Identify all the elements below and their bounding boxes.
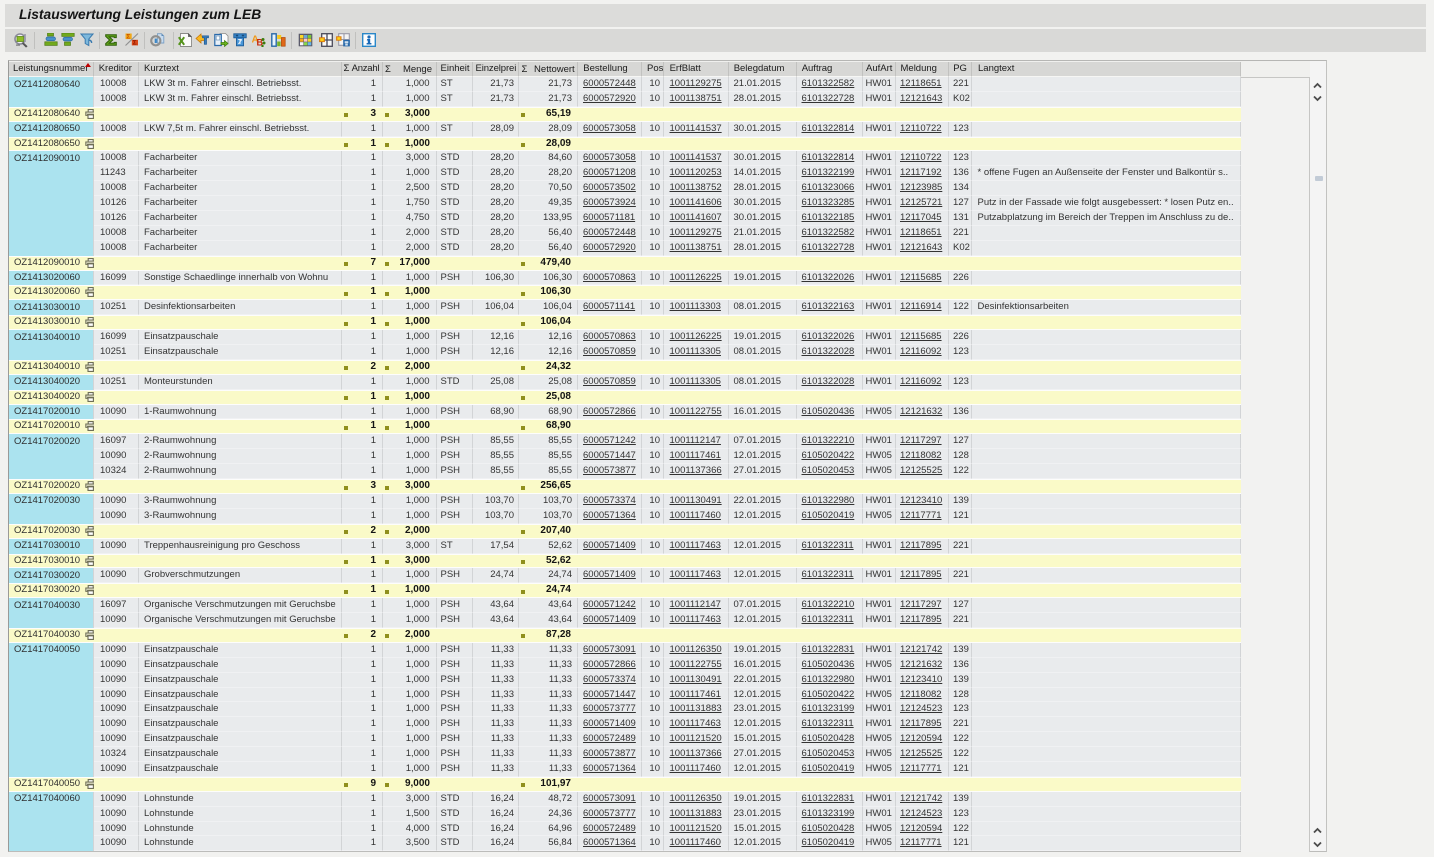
svg-text:Σ: Σ: [126, 33, 130, 40]
svg-text:Σ: Σ: [132, 40, 136, 46]
